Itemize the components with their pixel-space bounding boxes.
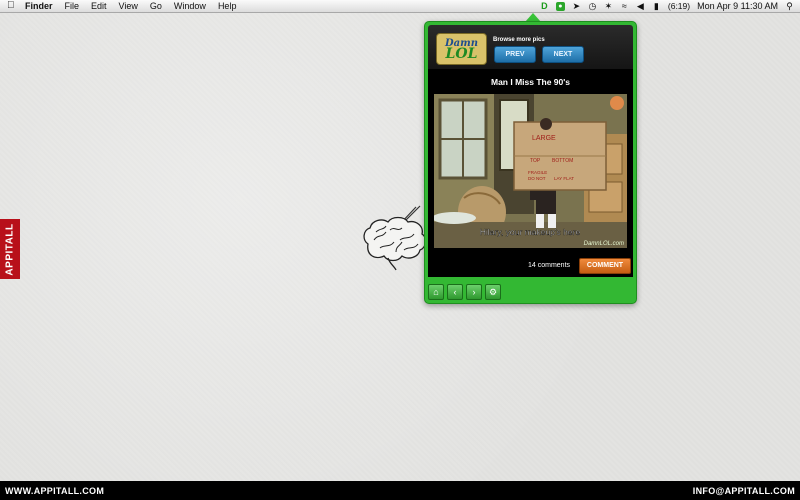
box-text-lay-flat: LAY FLAT	[554, 176, 574, 181]
pic-watermark: DamnLOL.com	[584, 241, 624, 247]
footer-bar: WWW.APPITALL.COM INFO@APPITALL.COM	[0, 481, 800, 500]
battery-time: (6:19)	[667, 1, 691, 11]
widget-toolbar: ⌂ ‹ › ⚙	[428, 284, 501, 300]
box-text-fragile: FRAGILE	[528, 170, 547, 175]
menu-go[interactable]: Go	[150, 0, 162, 12]
damnlol-logo: Damn LOL	[436, 33, 487, 65]
appitall-side-tab[interactable]: APPITALL	[0, 219, 20, 279]
menu-view[interactable]: View	[119, 0, 138, 12]
menu-edit[interactable]: Edit	[91, 0, 107, 12]
box-text-bottom: BOTTOM	[552, 158, 573, 164]
spotlight-icon[interactable]: ⚲	[785, 1, 794, 11]
widget-header: Damn LOL Browse more pics PREV NEXT	[428, 25, 633, 69]
menu-help[interactable]: Help	[218, 0, 237, 12]
damnlol-icon[interactable]: D	[540, 1, 549, 11]
footer-email-link[interactable]: INFO@APPITALL.COM	[693, 486, 795, 496]
menu-bar:  Finder File Edit View Go Window Help D…	[0, 0, 800, 13]
prev-button[interactable]: PREV	[494, 46, 536, 63]
menu-window[interactable]: Window	[174, 0, 206, 12]
wifi-icon[interactable]: ≈	[620, 1, 629, 11]
timemachine-icon[interactable]: ◷	[588, 1, 597, 11]
settings-icon[interactable]: ⚙	[485, 284, 501, 300]
forward-icon[interactable]: ›	[466, 284, 482, 300]
home-icon[interactable]: ⌂	[428, 284, 444, 300]
menubar-clock[interactable]: Mon Apr 9 11:30 AM	[697, 1, 778, 11]
menu-file[interactable]: File	[65, 0, 80, 12]
volume-icon[interactable]: ◀	[636, 1, 645, 11]
next-button[interactable]: NEXT	[542, 46, 584, 63]
pic-image[interactable]: LARGE TOP BOTTOM FRAGILE DO NOT LAY FLAT…	[434, 94, 627, 248]
bluetooth-icon[interactable]: ✶	[604, 1, 613, 11]
box-text-large: LARGE	[532, 135, 556, 142]
damnlol-widget: Damn LOL Browse more pics PREV NEXT Man …	[424, 21, 637, 304]
comment-button[interactable]: COMMENT	[579, 258, 631, 274]
side-tab-label: APPITALL	[4, 222, 16, 276]
box-text-do-not: DO NOT	[528, 176, 546, 181]
status-area: D ● ➤ ◷ ✶ ≈ ◀ ▮ (6:19) Mon Apr 9 11:30 A…	[540, 0, 794, 12]
pic-subtitle: Hilary, your makeup's here	[480, 227, 580, 237]
back-icon[interactable]: ‹	[447, 284, 463, 300]
cursor-icon[interactable]: ➤	[572, 1, 581, 11]
pic-title: Man I Miss The 90's	[490, 77, 571, 87]
battery-icon[interactable]: ▮	[652, 1, 661, 11]
menu-finder[interactable]: Finder	[25, 0, 53, 12]
evernote-icon[interactable]: ●	[555, 1, 565, 11]
browse-label: Browse more pics	[493, 37, 545, 43]
footer-website-link[interactable]: WWW.APPITALL.COM	[5, 486, 104, 496]
logo-line-2: LOL	[445, 46, 478, 62]
box-text-top: TOP	[530, 158, 541, 164]
apple-icon[interactable]: 	[7, 0, 17, 12]
widget-body: Man I Miss The 90's LARGE TOP BOTTOM FRA…	[428, 69, 633, 277]
comments-count[interactable]: 14 comments	[528, 262, 570, 269]
pic-scene: LARGE TOP BOTTOM FRAGILE DO NOT LAY FLAT…	[434, 94, 627, 248]
